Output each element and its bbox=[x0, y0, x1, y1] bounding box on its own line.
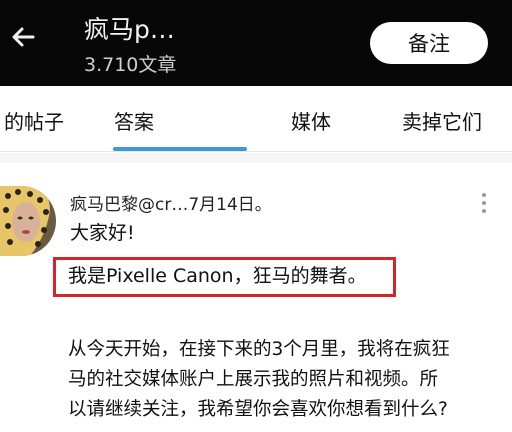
section-separator bbox=[0, 153, 512, 163]
tab-answers[interactable]: 答案 bbox=[114, 106, 154, 135]
profile-name: 疯马p… bbox=[84, 15, 175, 44]
tab-posts[interactable]: 的帖子 bbox=[4, 106, 64, 135]
avatar-image bbox=[0, 186, 56, 256]
post-intro: 我是Pixelle Canon，狂马的舞者。 bbox=[68, 265, 367, 287]
tab-sell[interactable]: 卖掉它们 bbox=[402, 106, 482, 135]
post-body-line: 以请继续关注，我希望你会喜欢你想看到什么? bbox=[68, 399, 448, 420]
more-vertical-icon[interactable] bbox=[477, 190, 491, 216]
note-button[interactable]: 备注 bbox=[370, 22, 488, 64]
tab-media[interactable]: 媒体 bbox=[291, 106, 331, 135]
post-body-line: 马的社交媒体账户上展示我的照片和视频。所 bbox=[68, 369, 439, 390]
post-body-line: 从今天开始，在接下来的3个月里，我将在疯狂 bbox=[68, 339, 450, 360]
post-body: 从今天开始，在接下来的3个月里，我将在疯狂 马的社交媒体账户上展示我的照片和视频… bbox=[68, 335, 504, 425]
post-greeting: 大家好! bbox=[70, 222, 135, 244]
divider bbox=[0, 151, 512, 152]
avatar[interactable] bbox=[0, 186, 56, 256]
profile-header: 疯马p… 3.710文章 备注 bbox=[0, 0, 512, 86]
post-meta: 疯马巴黎@cr…7月14日。 bbox=[70, 195, 272, 215]
arrow-left-icon bbox=[12, 27, 35, 47]
reply-screen: 疯马p… 3.710文章 备注 的帖子 答案 媒体 卖掉它们 疯马巴黎@cr…7… bbox=[0, 0, 512, 432]
post-count: 3.710文章 bbox=[84, 54, 177, 76]
tab-bar: 的帖子 答案 媒体 卖掉它们 bbox=[0, 86, 512, 148]
back-button[interactable] bbox=[0, 12, 46, 62]
